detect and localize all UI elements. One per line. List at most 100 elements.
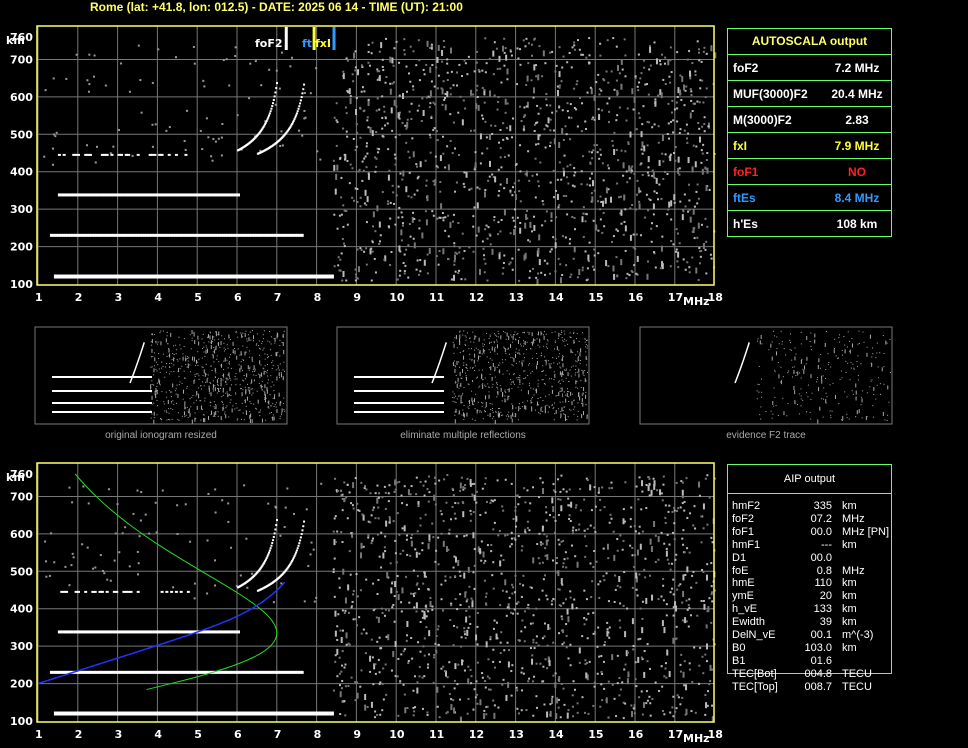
x-tick-label: 13: [509, 291, 524, 304]
noise-dot: [341, 679, 344, 682]
noise-dot: [706, 610, 709, 613]
noise-dot: [554, 242, 557, 249]
thumbnail-noise: [542, 334, 544, 336]
noise-dot: [675, 707, 678, 710]
noise-dot: [343, 242, 346, 245]
noise-dot: [563, 703, 566, 706]
thumbnail-noise: [452, 391, 454, 393]
noise-dot: [529, 221, 532, 228]
noise-dot: [561, 618, 564, 621]
noise-dot: [528, 509, 531, 512]
noise-dot: [372, 537, 375, 540]
noise-dot: [695, 581, 698, 584]
noise-dot: [528, 677, 531, 680]
noise-dot: [639, 190, 642, 193]
noise-dot: [505, 694, 508, 701]
noise-dot: [681, 75, 684, 82]
thumbnail-noise: [232, 349, 234, 354]
noise-dot: [428, 247, 431, 254]
f2-trace: [299, 102, 302, 105]
thumbnail-noise: [246, 338, 248, 340]
thumbnail-noise: [487, 414, 489, 416]
noise-dot: [565, 133, 568, 136]
marker-ftEs-label: ft: [302, 37, 312, 50]
thumbnail-noise: [193, 332, 195, 337]
noise-dot: [516, 689, 519, 692]
noise-dot: [552, 516, 555, 519]
noise-dot: [681, 496, 684, 499]
thumbnail-noise: [490, 409, 492, 411]
noise-dot: [618, 619, 621, 622]
noise-dot: [623, 570, 626, 573]
noise-dot: [458, 246, 461, 249]
noise-dot: [361, 513, 364, 516]
thumbnail-noise: [503, 347, 505, 349]
noise-dot: [437, 263, 440, 266]
noise-dot: [592, 704, 595, 707]
noise-dot: [565, 176, 568, 179]
thumbnail-noise: [499, 412, 501, 417]
noise-dot: [480, 540, 483, 543]
thumbnail-noise: [218, 331, 220, 336]
noise-dot: [506, 533, 509, 536]
noise-dot: [268, 68, 271, 71]
noise-dot: [380, 531, 383, 534]
noise-dot: [87, 502, 90, 505]
thumbnail-noise: [258, 411, 260, 413]
thumbnail-noise: [212, 354, 214, 359]
echo-trace: [136, 153, 140, 156]
noise-dot: [503, 51, 506, 54]
thumbnail-noise: [175, 393, 177, 395]
thumbnail-noise: [250, 388, 252, 390]
noise-dot: [425, 96, 428, 99]
thumbnail-noise: [528, 382, 530, 384]
thumbnail-noise: [170, 408, 172, 410]
thumbnail-noise: [187, 356, 189, 358]
noise-dot: [550, 248, 553, 251]
noise-dot: [578, 661, 581, 664]
thumbnail-noise: [272, 360, 274, 362]
noise-dot: [535, 143, 538, 146]
thumbnail-noise: [454, 368, 456, 373]
thumbnail-noise: [269, 412, 271, 414]
noise-dot: [600, 683, 603, 686]
noise-dot: [708, 683, 711, 686]
noise-dot: [668, 671, 671, 678]
noise-dot: [556, 478, 559, 481]
thumbnail-noise: [471, 360, 473, 362]
noise-dot: [507, 661, 510, 668]
thumbnail-noise: [239, 409, 241, 411]
noise-dot: [206, 592, 209, 595]
noise-dot: [688, 266, 691, 269]
noise-dot: [640, 656, 643, 659]
thumbnail-noise: [225, 414, 227, 419]
thumbnail-noise: [191, 419, 193, 424]
noise-dot: [464, 484, 467, 487]
noise-dot: [421, 610, 424, 613]
noise-dot: [378, 75, 381, 82]
noise-dot: [519, 222, 522, 225]
noise-dot: [561, 643, 564, 646]
noise-dot: [696, 236, 699, 239]
noise-dot: [585, 56, 588, 59]
noise-dot: [86, 546, 89, 549]
noise-dot: [335, 173, 338, 180]
thumbnail-noise: [515, 351, 517, 353]
noise-dot: [457, 222, 460, 225]
noise-dot: [537, 644, 540, 647]
thumbnail-noise: [261, 386, 263, 388]
thumbnail-noise: [151, 333, 153, 335]
noise-dot: [369, 492, 372, 495]
thumbnail-noise: [524, 357, 526, 359]
noise-dot: [352, 618, 355, 621]
noise-dot: [503, 37, 506, 40]
noise-dot: [589, 484, 592, 491]
thumbnail-noise: [239, 354, 241, 356]
noise-dot: [367, 73, 370, 76]
noise-dot: [666, 649, 669, 656]
noise-dot: [444, 104, 447, 111]
noise-dot: [698, 101, 701, 104]
noise-dot: [435, 255, 438, 258]
noise-dot: [485, 641, 488, 648]
noise-dot: [336, 164, 339, 171]
